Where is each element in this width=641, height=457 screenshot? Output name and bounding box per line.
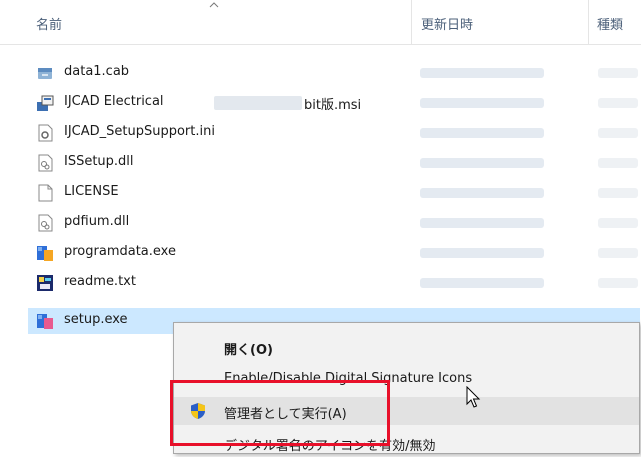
exe-app-icon [37,314,53,329]
blurred-date [420,248,544,258]
file-row[interactable]: IJCAD Electrical bit版.msi [28,90,638,116]
blurred-type [598,128,638,138]
annotation-highlight-box [170,380,390,446]
file-row[interactable]: readme.txt [28,270,638,296]
file-name-prefix: IJCAD Electrical [64,94,164,109]
column-header-type[interactable]: 種類 [597,14,623,33]
file-row[interactable]: IJCAD_SetupSupport.ini [28,120,638,146]
blurred-date [420,218,544,228]
column-header-name[interactable]: 名前 [36,14,62,33]
menu-item-open[interactable]: 開く(O) [174,333,639,361]
file-row[interactable]: ISSetup.dll [28,150,638,176]
file-name: pdfium.dll [64,214,130,229]
file-row[interactable]: LICENSE [28,180,638,206]
file-name: setup.exe [64,312,128,327]
blurred-type [598,98,638,108]
column-header-bar: 名前 更新日時 種類 [0,0,641,45]
blurred-date [420,278,544,288]
sort-caret-icon [209,2,219,8]
blurred-type [598,188,638,198]
column-header-modified[interactable]: 更新日時 [421,14,473,33]
menu-item-label: 開く(O) [224,343,273,358]
dll-file-icon [38,154,53,172]
column-divider[interactable] [588,0,589,44]
file-name: data1.cab [64,64,130,79]
txt-file-icon [37,275,53,291]
column-divider[interactable] [411,0,412,44]
blank-file-icon [38,184,53,202]
blurred-date [420,68,544,78]
file-row[interactable]: pdfium.dll [28,210,638,236]
file-name: readme.txt [64,274,136,289]
ini-settings-icon [38,124,53,142]
cab-archive-icon [38,68,52,79]
blurred-type [598,158,638,168]
blurred-date [420,128,544,138]
file-row[interactable]: data1.cab [28,60,638,86]
blurred-date [420,158,544,168]
blurred-date [420,188,544,198]
file-name: IJCAD_SetupSupport.ini [64,124,215,139]
file-name: LICENSE [64,184,119,199]
msi-installer-icon [37,95,54,111]
dll-file-icon [38,214,53,232]
redacted-text [214,96,302,110]
blurred-date [420,98,544,108]
file-name: programdata.exe [64,244,176,259]
exe-app-icon [37,246,53,261]
blurred-type [598,218,638,228]
blurred-type [598,68,638,78]
file-name-suffix: bit版.msi [304,98,362,113]
mouse-pointer-icon [466,386,481,408]
file-name: ISSetup.dll [64,154,134,169]
file-row[interactable]: programdata.exe [28,240,638,266]
blurred-type [598,278,638,288]
blurred-type [598,248,638,258]
